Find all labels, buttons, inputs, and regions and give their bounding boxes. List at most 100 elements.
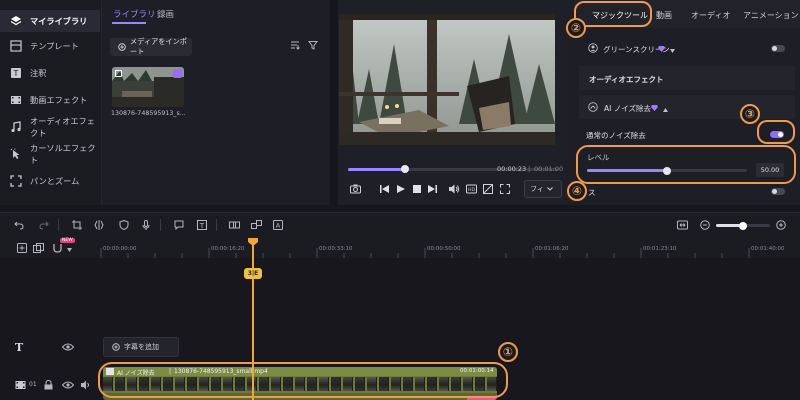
noise-toggle-highlight	[757, 120, 795, 144]
split-badge-label: 3|E	[247, 270, 259, 277]
level-highlight	[576, 145, 796, 184]
premium-diamond-icon	[651, 104, 658, 113]
snapping-icon[interactable]	[52, 243, 63, 255]
tab-animation[interactable]: アニメーション	[743, 10, 799, 21]
timeline-tick-label: 00:00:50:00	[427, 246, 461, 252]
media-thumbnail[interactable]	[112, 67, 184, 107]
tab-video[interactable]: 動画	[656, 10, 672, 21]
crop-tool-icon[interactable]	[71, 219, 83, 231]
microphone-icon[interactable]	[140, 219, 152, 231]
redo-icon[interactable]	[38, 219, 50, 231]
eye-icon[interactable]	[61, 343, 75, 353]
svg-text:T: T	[199, 222, 205, 230]
preview-image	[339, 14, 555, 145]
media-type-icon	[115, 70, 122, 77]
chevron-down-icon[interactable]	[67, 245, 72, 254]
import-media-button[interactable]: メディアをインポート	[110, 37, 192, 56]
playback-scrubber-handle[interactable]	[400, 165, 409, 173]
active-tab-indicator	[112, 22, 146, 24]
filter-icon[interactable]	[308, 40, 318, 52]
tab-recordings[interactable]: 録画	[157, 8, 174, 20]
add-track-icon[interactable]	[17, 243, 27, 255]
sidebar-item-templates[interactable]: テンプレート	[0, 35, 100, 57]
crop-icon[interactable]	[483, 184, 493, 196]
play-icon[interactable]	[397, 185, 405, 195]
import-media-label: メディアをインポート	[130, 37, 187, 56]
sidebar-item-label: 動画エフェクト	[30, 95, 88, 105]
playback-progress-track[interactable]	[348, 165, 558, 173]
subtitle-icon[interactable]: HD	[466, 184, 477, 196]
lock-icon[interactable]	[44, 379, 53, 392]
sidebar-item-video-effects[interactable]: 動画エフェクト	[0, 89, 100, 111]
add-caption-button[interactable]: 字幕を追加	[103, 337, 179, 357]
toolbar-divider	[216, 219, 217, 231]
fullscreen-icon[interactable]	[500, 184, 510, 196]
volume-icon[interactable]	[449, 184, 460, 196]
timeline-zoom-slider[interactable]	[716, 221, 770, 230]
undo-icon[interactable]	[13, 219, 25, 231]
callout-number-1: ①	[498, 342, 518, 362]
timeline-zoom-handle[interactable]	[739, 221, 747, 230]
text-track-icon: T	[15, 341, 24, 354]
toolbar-divider	[160, 219, 161, 231]
sidebar-item-label: オーディオエフェクト	[30, 116, 95, 138]
eye-icon[interactable]	[61, 381, 75, 391]
green-screen-toggle[interactable]	[771, 45, 785, 52]
speaker-icon[interactable]	[81, 380, 91, 392]
sidebar-item-audio-effects[interactable]: オーディオエフェクト	[0, 116, 100, 138]
callout-number-2: ②	[566, 18, 586, 38]
fit-dropdown-label: フィ	[530, 185, 544, 193]
svg-text:A: A	[276, 222, 281, 230]
sidebar-item-cursor-effects[interactable]: カーソルエフェクト	[0, 143, 100, 165]
shield-icon[interactable]	[118, 219, 130, 231]
sidebar-item-annotations[interactable]: T 注釈	[0, 62, 100, 84]
text-icon: T	[10, 67, 22, 79]
stop-icon[interactable]	[413, 185, 421, 195]
camera-icon[interactable]	[350, 184, 361, 196]
fit-timeline-icon[interactable]	[676, 219, 688, 231]
time-separator: |	[528, 165, 531, 173]
zoom-out-icon[interactable]	[699, 219, 711, 231]
auto-caption-icon[interactable]: A	[272, 219, 284, 231]
ungroup-icon[interactable]	[250, 219, 262, 231]
previous-frame-icon[interactable]	[380, 185, 389, 195]
cursor-icon	[10, 148, 22, 160]
sidebar-item-label: マイライブラリ	[30, 16, 88, 26]
text-box-icon[interactable]: T	[196, 219, 208, 231]
timeline-tick-label: 00:01:06:20	[535, 246, 569, 252]
ai-badge-icon	[173, 69, 182, 78]
sidebar-item-my-library[interactable]: マイライブラリ	[0, 10, 100, 32]
sidebar-item-pan-zoom[interactable]: パンとズーム	[0, 170, 100, 192]
media-file-name: 130876-748595913_s...	[111, 110, 186, 117]
tab-audio[interactable]: オーディオ	[691, 10, 730, 21]
sort-icon[interactable]	[290, 40, 300, 52]
timeline-tick-label: 00:01:40:00	[751, 246, 785, 252]
next-frame-icon[interactable]	[428, 185, 437, 195]
timeline-tick-label: 00:01:23:10	[643, 246, 677, 252]
track-settings-icon[interactable]	[33, 243, 44, 255]
split-playhead-badge[interactable]: 3|E	[244, 268, 262, 279]
audio-effects-heading: オーディオエフェクト	[589, 75, 664, 84]
person-icon	[588, 43, 598, 55]
comment-icon[interactable]	[173, 219, 185, 231]
chevron-down-icon	[547, 185, 553, 193]
partial-option-toggle[interactable]	[771, 188, 785, 195]
partial-option-label: ス	[588, 188, 596, 197]
tab-library[interactable]: ライブラリ	[113, 8, 156, 20]
zoom-in-icon[interactable]	[775, 219, 787, 231]
timeline-tick-label: 00:00:00:00	[103, 246, 137, 252]
caret-down-icon[interactable]	[670, 46, 675, 55]
sidebar-item-label: パンとズーム	[30, 176, 80, 186]
callout-number-3: ③	[740, 104, 760, 124]
fit-dropdown[interactable]: フィ	[524, 180, 562, 198]
caret-up-icon[interactable]	[663, 105, 668, 114]
add-caption-label: 字幕を追加	[124, 343, 159, 351]
clip-highlight	[98, 362, 508, 398]
ai-icon	[588, 102, 598, 114]
layers-icon	[10, 15, 22, 27]
playhead-line[interactable]	[252, 238, 254, 400]
track-number: 01	[29, 381, 37, 388]
plus-circle-icon	[112, 343, 120, 351]
group-icon[interactable]	[228, 219, 240, 231]
split-icon[interactable]	[93, 219, 105, 231]
